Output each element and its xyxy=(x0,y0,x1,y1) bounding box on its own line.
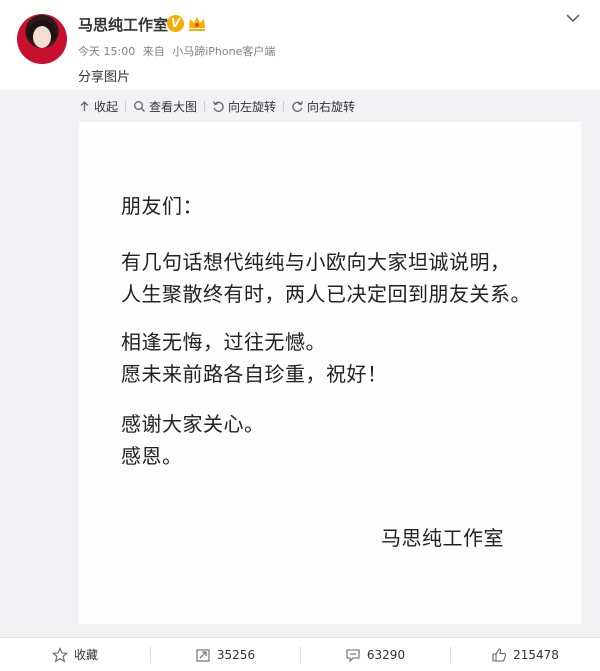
avatar[interactable] xyxy=(17,14,67,64)
statement-image[interactable]: 朋友们： 有几句话想代纯纯与小欧向大家坦诚说明， 人生聚散终有时，两人已决定回到… xyxy=(79,122,581,624)
repost-icon xyxy=(196,648,210,662)
collapse-button[interactable]: 收起 xyxy=(78,98,118,115)
letter-line: 愿未来前路各自珍重，祝好！ xyxy=(121,362,388,386)
view-large-label: 查看大图 xyxy=(149,99,198,114)
repost-count: 35256 xyxy=(216,647,256,662)
comment-button[interactable]: 63290 xyxy=(300,638,450,671)
letter-signature: 马思纯工作室 xyxy=(381,526,504,550)
avatar-face xyxy=(33,26,51,48)
favorite-button[interactable]: 收藏 xyxy=(0,638,150,671)
toolbar-divider xyxy=(283,100,285,112)
thumbs-up-icon xyxy=(492,647,507,662)
rotate-right-label: 向右旋转 xyxy=(307,99,356,114)
post-header: 马思纯工作室 V 今天 15:00 来自 小马蹄iPhone客户端 分享图片 xyxy=(0,0,600,90)
post-source[interactable]: 小马蹄iPhone客户端 xyxy=(172,45,275,58)
rotate-left-icon xyxy=(212,100,224,112)
comment-icon xyxy=(346,648,360,662)
post-actions: 收藏 35256 63290 215478 xyxy=(0,637,600,671)
letter-line: 感谢大家关心。 xyxy=(121,412,265,436)
star-icon xyxy=(51,646,68,662)
toolbar-divider xyxy=(125,100,127,112)
rotate-left-button[interactable]: 向左旋转 xyxy=(212,98,276,115)
letter-line: 感恩。 xyxy=(121,444,183,468)
post-time[interactable]: 今天 15:00 xyxy=(78,45,135,58)
member-crown-icon[interactable] xyxy=(188,16,206,32)
rotate-left-label: 向左旋转 xyxy=(228,99,277,114)
view-large-button[interactable]: 查看大图 xyxy=(133,98,197,115)
favorite-label: 收藏 xyxy=(73,648,98,662)
search-icon xyxy=(134,100,146,112)
toolbar-divider xyxy=(204,100,206,112)
image-toolbar: 收起 查看大图 向左旋转 向右旋转 xyxy=(78,98,355,114)
post-text: 分享图片 xyxy=(78,70,131,85)
rotate-right-button[interactable]: 向右旋转 xyxy=(291,98,355,115)
letter-line: 相逢无悔，过往无憾。 xyxy=(121,330,326,354)
rotate-right-icon xyxy=(292,100,304,112)
comment-count: 63290 xyxy=(366,647,406,662)
letter-line: 人生聚散终有时，两人已决定回到朋友关系。 xyxy=(121,282,531,306)
like-button[interactable]: 215478 xyxy=(450,638,600,671)
repost-button[interactable]: 35256 xyxy=(150,638,300,671)
post-meta: 今天 15:00 来自 小马蹄iPhone客户端 xyxy=(78,43,279,59)
from-label: 来自 xyxy=(142,45,165,58)
letter-line: 有几句话想代纯纯与小欧向大家坦诚说明， xyxy=(121,250,511,274)
verified-icon: V xyxy=(167,15,184,32)
letter-greeting: 朋友们： xyxy=(121,194,203,218)
media-area: 收起 查看大图 向左旋转 向右旋转 朋友们： 有几句话想代纯纯与小欧向大家坦诚说… xyxy=(0,90,600,637)
like-count: 215478 xyxy=(513,647,559,662)
chevron-down-icon[interactable] xyxy=(565,12,581,24)
username[interactable]: 马思纯工作室 xyxy=(78,14,168,35)
collapse-label: 收起 xyxy=(94,99,119,114)
arrow-up-icon xyxy=(80,100,89,111)
